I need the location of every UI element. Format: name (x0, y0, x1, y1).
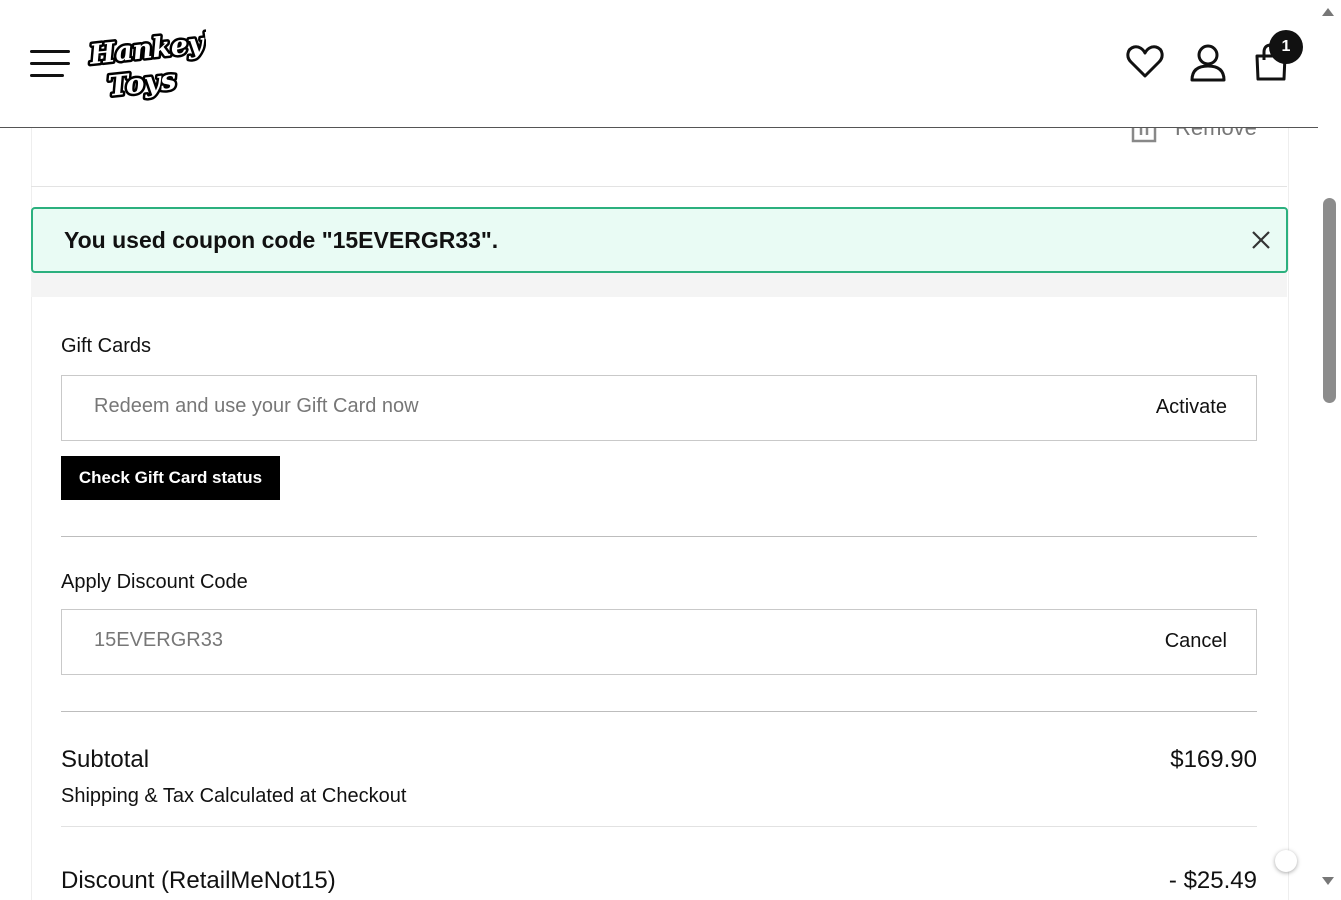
trash-icon (1131, 127, 1157, 143)
divider (61, 536, 1257, 537)
page-scrollbar[interactable] (1318, 0, 1341, 893)
gift-cards-heading: Gift Cards (61, 335, 152, 357)
hamburger-menu-icon[interactable] (30, 50, 70, 78)
svg-text:Toys: Toys (106, 63, 178, 102)
gift-card-input[interactable] (92, 394, 996, 419)
shipping-tax-note: Shipping & Tax Calculated at Checkout (61, 785, 407, 807)
discount-label: Discount (RetailMeNot15) (61, 867, 336, 894)
gift-card-field: Activate (61, 375, 1257, 441)
discount-code-field: Cancel (61, 609, 1257, 675)
cart-item-row: Remove (31, 127, 1287, 187)
subtotal-value: $169.90 (1170, 746, 1257, 773)
discount-code-input[interactable] (92, 628, 996, 653)
coupon-success-alert: You used coupon code "15EVERGR33". (31, 207, 1288, 273)
hankeys-toys-logo[interactable]: Hankey's Hankey's Toys Toys (86, 24, 206, 102)
discount-code-heading: Apply Discount Code (61, 571, 248, 593)
check-gift-card-status-button[interactable]: Check Gift Card status (61, 456, 280, 500)
alert-message: You used coupon code "15EVERGR33". (64, 227, 499, 253)
wishlist-heart-icon[interactable] (1125, 42, 1165, 82)
svg-text:Hankey's: Hankey's (87, 26, 206, 71)
divider (61, 826, 1257, 827)
account-user-icon[interactable] (1188, 42, 1228, 82)
subtotal-label: Subtotal (61, 746, 150, 773)
remove-label: Remove (1175, 127, 1257, 140)
floating-widget-button[interactable] (1275, 850, 1297, 872)
site-header: Hankey's Hankey's Toys Toys 1 (0, 0, 1318, 128)
divider (61, 711, 1257, 712)
close-icon[interactable] (1250, 229, 1272, 251)
activate-button[interactable]: Activate (1156, 396, 1227, 419)
scroll-up-arrow-icon[interactable] (1322, 8, 1334, 16)
scrollbar-thumb[interactable] (1323, 198, 1336, 403)
cancel-discount-button[interactable]: Cancel (1165, 630, 1227, 653)
remove-item-button[interactable]: Remove (1131, 127, 1257, 143)
discount-value: - $25.49 (1168, 867, 1257, 894)
cart-count-badge: 1 (1269, 30, 1303, 64)
scroll-down-arrow-icon[interactable] (1322, 877, 1334, 885)
